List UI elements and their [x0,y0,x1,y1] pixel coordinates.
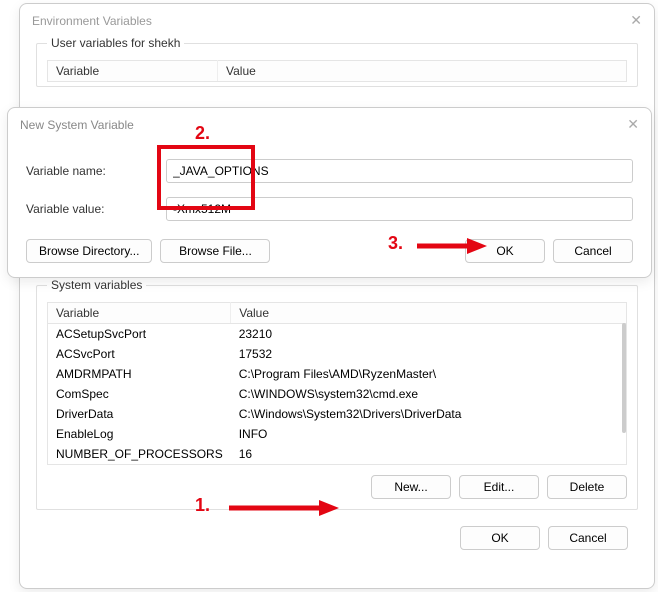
column-header-value[interactable]: Value [218,61,627,82]
system-variables-label: System variables [47,278,146,292]
table-row[interactable]: ACSvcPort17532 [48,344,627,364]
close-icon[interactable]: ✕ [630,12,642,29]
new-button[interactable]: New... [371,475,451,499]
table-row[interactable]: ComSpecC:\WINDOWS\system32\cmd.exe [48,384,627,404]
cancel-button[interactable]: Cancel [553,239,633,263]
edit-button[interactable]: Edit... [459,475,539,499]
delete-button[interactable]: Delete [547,475,627,499]
value-cell: 23210 [231,324,627,345]
value-cell: C:\Windows\System32\Drivers\DriverData [231,404,627,424]
value-cell: C:\Program Files\AMD\RyzenMaster\ [231,364,627,384]
variable-cell: DriverData [48,404,231,424]
table-row[interactable]: NUMBER_OF_PROCESSORS16 [48,444,627,465]
system-variables-group: System variables Variable Value ACSetupS… [36,285,638,510]
system-variables-table[interactable]: Variable Value ACSetupSvcPort23210ACSvcP… [47,302,627,465]
browse-directory-button[interactable]: Browse Directory... [26,239,152,263]
value-cell: C:\WINDOWS\system32\cmd.exe [231,384,627,404]
table-row[interactable]: ACSetupSvcPort23210 [48,324,627,345]
variable-cell: ACSvcPort [48,344,231,364]
ok-button[interactable]: OK [460,526,540,550]
dialog-bottom-buttons: Browse Directory... Browse File... OK Ca… [8,225,651,263]
value-cell: 17532 [231,344,627,364]
value-cell: INFO [231,424,627,444]
browse-file-button[interactable]: Browse File... [160,239,270,263]
ok-button[interactable]: OK [465,239,545,263]
variable-name-label: Variable name: [26,164,166,178]
cancel-button[interactable]: Cancel [548,526,628,550]
variable-value-label: Variable value: [26,202,166,216]
environment-variables-dialog: Environment Variables ✕ User variables f… [19,3,655,589]
user-variables-label: User variables for shekh [47,36,184,50]
variable-cell: NUMBER_OF_PROCESSORS [48,444,231,465]
variable-value-row: Variable value: [8,193,651,225]
variable-name-input[interactable] [166,159,633,183]
system-variables-buttons: New... Edit... Delete [47,475,627,499]
dialog-title: New System Variable [20,118,134,132]
dialog-buttons: OK Cancel [20,520,654,550]
scrollbar[interactable] [622,323,626,433]
value-cell: 16 [231,444,627,465]
column-header-value[interactable]: Value [231,303,627,324]
user-variables-group: User variables for shekh Variable Value [36,43,638,87]
variable-cell: AMDRMPATH [48,364,231,384]
column-header-variable[interactable]: Variable [48,61,218,82]
table-row[interactable]: EnableLogINFO [48,424,627,444]
new-system-variable-dialog: New System Variable ✕ Variable name: Var… [7,107,652,278]
variable-cell: ACSetupSvcPort [48,324,231,345]
variable-value-input[interactable] [166,197,633,221]
dialog-titlebar: New System Variable ✕ [8,108,651,137]
variable-cell: ComSpec [48,384,231,404]
dialog-titlebar: Environment Variables ✕ [20,4,654,33]
column-header-variable[interactable]: Variable [48,303,231,324]
close-icon[interactable]: ✕ [627,116,639,133]
variable-cell: EnableLog [48,424,231,444]
table-row[interactable]: AMDRMPATHC:\Program Files\AMD\RyzenMaste… [48,364,627,384]
dialog-title: Environment Variables [32,14,152,28]
variable-name-row: Variable name: [8,155,651,187]
user-variables-table[interactable]: Variable Value [47,60,627,82]
table-row[interactable]: DriverDataC:\Windows\System32\Drivers\Dr… [48,404,627,424]
